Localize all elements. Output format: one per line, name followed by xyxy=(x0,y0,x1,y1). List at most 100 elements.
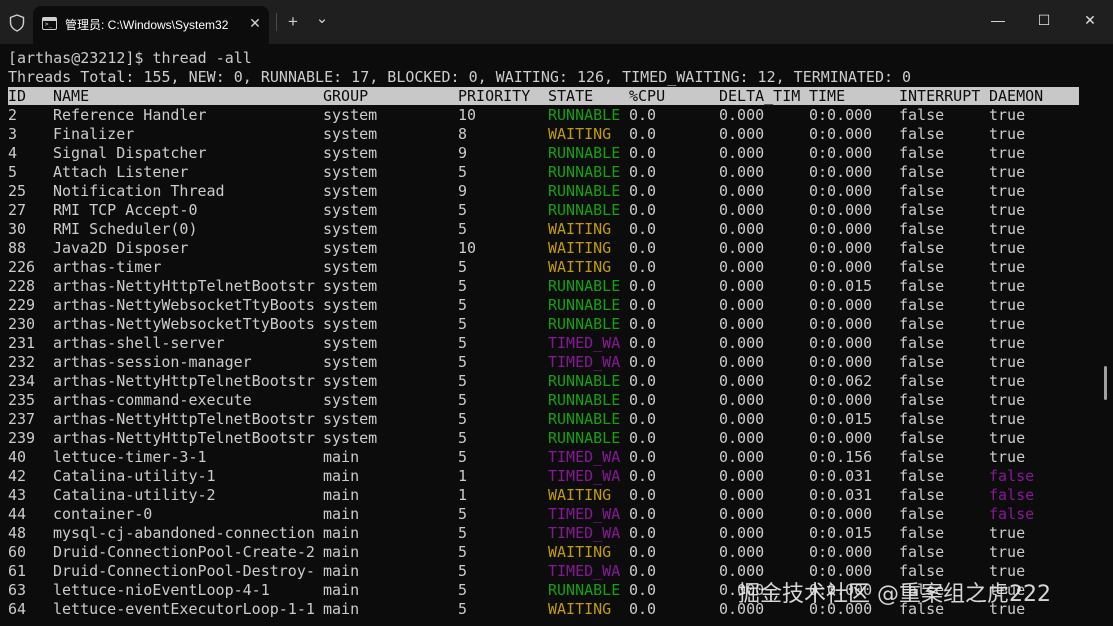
thread-priority: 5 xyxy=(458,201,468,219)
watermark: 掘金技术社区 @重案组之虎222 xyxy=(738,582,1051,607)
thread-priority: 5 xyxy=(458,391,468,409)
thread-state: WAITING xyxy=(548,486,612,504)
thread-cpu: 0.0 xyxy=(629,524,657,542)
thread-delta-time: 0.000 xyxy=(719,524,765,542)
thread-id: 43 xyxy=(8,486,27,504)
thread-group: system xyxy=(323,201,378,219)
thread-interrupt: false xyxy=(899,410,945,428)
thread-priority: 1 xyxy=(458,486,468,504)
table-row: 60 Druid-ConnectionPool-Create-2 main 5 WAIT… xyxy=(0,543,1113,562)
dropdown-icon[interactable]: ⌄ xyxy=(308,8,336,36)
tab-terminal[interactable]: >_ 管理员: C:\Windows\System32 ✕ xyxy=(33,6,269,44)
thread-delta-time: 0.000 xyxy=(719,334,765,352)
thread-daemon: true xyxy=(989,201,1026,219)
thread-daemon: true xyxy=(989,391,1026,409)
thread-name: Catalina-utility-1 xyxy=(53,467,216,485)
thread-id: 27 xyxy=(8,201,27,219)
thread-daemon: true xyxy=(989,353,1026,371)
thread-state: RUNNABLE xyxy=(548,106,621,124)
thread-group: system xyxy=(323,372,378,390)
thread-state: TIMED_WA xyxy=(548,448,621,466)
thread-cpu: 0.0 xyxy=(629,600,657,618)
thread-daemon: true xyxy=(989,543,1026,561)
table-row: 229 arthas-NettyWebsocketTtyBoots system 5 R… xyxy=(0,296,1113,315)
thread-group: main xyxy=(323,562,360,580)
thread-cpu: 0.0 xyxy=(629,334,657,352)
thread-cpu: 0.0 xyxy=(629,106,657,124)
thread-delta-time: 0.000 xyxy=(719,543,765,561)
thread-group: main xyxy=(323,505,360,523)
thread-name: arthas-NettyWebsocketTtyBoots xyxy=(53,296,315,314)
thread-name: Finalizer xyxy=(53,125,135,143)
thread-daemon: true xyxy=(989,144,1026,162)
thread-state: TIMED_WA xyxy=(548,334,621,352)
thread-state: WAITING xyxy=(548,258,612,276)
thread-daemon: true xyxy=(989,182,1026,200)
thread-time: 0:0.015 xyxy=(809,410,873,428)
thread-daemon: true xyxy=(989,277,1026,295)
thread-priority: 5 xyxy=(458,562,468,580)
title-bar: >_ 管理员: C:\Windows\System32 ✕ + ⌄ — ☐ ✕ xyxy=(0,0,1113,44)
column-header: GROUP xyxy=(323,87,369,105)
thread-group: main xyxy=(323,467,360,485)
table-row: 44 container-0 main 5 TIMED_WA 0.0 0.000 0:0.00… xyxy=(0,505,1113,524)
table-header: ID NAME GROUP PRIORITY STATE %CPU DELTA_… xyxy=(8,87,1079,105)
thread-state: RUNNABLE xyxy=(548,410,621,428)
thread-state: WAITING xyxy=(548,125,612,143)
thread-delta-time: 0.000 xyxy=(719,429,765,447)
thread-id: 235 xyxy=(8,391,36,409)
thread-priority: 5 xyxy=(458,296,468,314)
thread-group: main xyxy=(323,543,360,561)
thread-cpu: 0.0 xyxy=(629,258,657,276)
thread-delta-time: 0.000 xyxy=(719,486,765,504)
thread-interrupt: false xyxy=(899,543,945,561)
thread-cpu: 0.0 xyxy=(629,163,657,181)
close-button[interactable]: ✕ xyxy=(1067,0,1113,40)
thread-id: 88 xyxy=(8,239,27,257)
thread-state: TIMED_WA xyxy=(548,505,621,523)
thread-daemon: true xyxy=(989,258,1026,276)
thread-cpu: 0.0 xyxy=(629,448,657,466)
maximize-button[interactable]: ☐ xyxy=(1021,0,1067,40)
thread-group: system xyxy=(323,410,378,428)
thread-id: 48 xyxy=(8,524,27,542)
minimize-button[interactable]: — xyxy=(975,0,1021,40)
thread-daemon: true xyxy=(989,429,1026,447)
thread-state: TIMED_WA xyxy=(548,467,621,485)
shield-icon xyxy=(9,14,25,32)
table-row: 42 Catalina-utility-1 main 1 TIMED_WA 0.0 0.00… xyxy=(0,467,1113,486)
thread-time: 0:0.031 xyxy=(809,486,873,504)
thread-group: system xyxy=(323,144,378,162)
thread-state: TIMED_WA xyxy=(548,524,621,542)
thread-cpu: 0.0 xyxy=(629,505,657,523)
thread-state: RUNNABLE xyxy=(548,372,621,390)
thread-name: RMI TCP Accept-0 xyxy=(53,201,198,219)
thread-time: 0:0.000 xyxy=(809,144,873,162)
thread-group: system xyxy=(323,182,378,200)
thread-id: 63 xyxy=(8,581,27,599)
thread-delta-time: 0.000 xyxy=(719,144,765,162)
thread-id: 30 xyxy=(8,220,27,238)
thread-priority: 5 xyxy=(458,372,468,390)
thread-time: 0:0.015 xyxy=(809,524,873,542)
thread-interrupt: false xyxy=(899,201,945,219)
thread-time: 0:0.000 xyxy=(809,125,873,143)
thread-priority: 5 xyxy=(458,163,468,181)
thread-daemon: true xyxy=(989,239,1026,257)
thread-name: arthas-session-manager xyxy=(53,353,252,371)
terminal-icon: >_ xyxy=(42,17,57,30)
thread-interrupt: false xyxy=(899,486,945,504)
close-tab-icon[interactable]: ✕ xyxy=(246,14,264,32)
thread-priority: 10 xyxy=(458,106,477,124)
thread-group: system xyxy=(323,163,378,181)
thread-delta-time: 0.000 xyxy=(719,391,765,409)
thread-group: main xyxy=(323,486,360,504)
thread-time: 0:0.000 xyxy=(809,106,873,124)
terminal-output[interactable]: [arthas@23212]$ thread -all Threads Tota… xyxy=(0,44,1113,626)
thread-priority: 10 xyxy=(458,239,477,257)
scrollbar-thumb[interactable] xyxy=(1104,366,1107,400)
new-tab-button[interactable]: + xyxy=(279,8,307,36)
thread-interrupt: false xyxy=(899,505,945,523)
thread-cpu: 0.0 xyxy=(629,277,657,295)
thread-priority: 9 xyxy=(458,144,468,162)
